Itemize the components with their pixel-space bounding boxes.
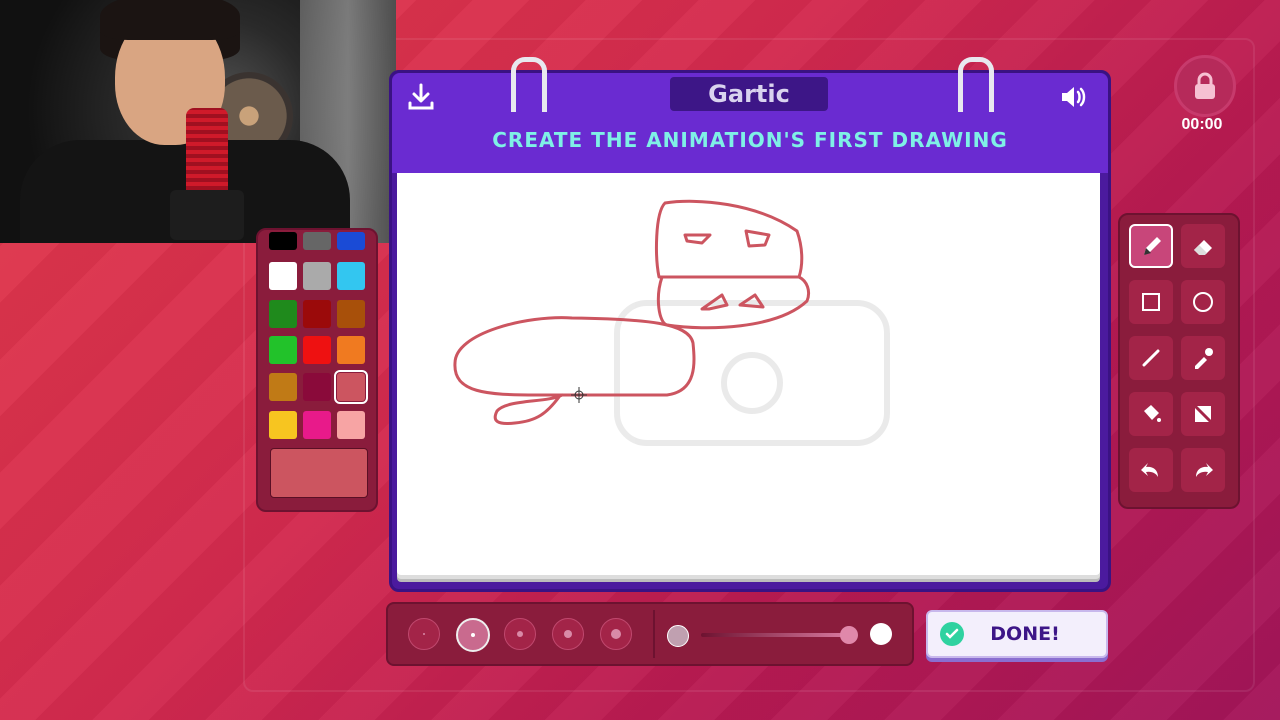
color-swatch[interactable] bbox=[303, 262, 331, 290]
color-swatch[interactable] bbox=[303, 373, 331, 401]
square-icon bbox=[1142, 293, 1160, 311]
done-button[interactable]: DONE! bbox=[926, 610, 1108, 658]
stroke-head-top bbox=[655, 199, 804, 279]
color-swatch[interactable] bbox=[303, 336, 331, 364]
clear-icon bbox=[1193, 404, 1213, 424]
brush-size-option[interactable] bbox=[552, 618, 584, 650]
redo-icon bbox=[1196, 463, 1213, 477]
eyedropper-tool[interactable] bbox=[1181, 336, 1225, 380]
ellipse-tool[interactable] bbox=[1181, 280, 1225, 324]
brush-size-option[interactable] bbox=[600, 618, 632, 650]
color-swatch[interactable] bbox=[269, 373, 297, 401]
board-ring-right bbox=[958, 57, 994, 112]
page-title: CREATE THE ANIMATION'S FIRST DRAWING bbox=[492, 128, 1008, 152]
done-button-label: DONE! bbox=[990, 623, 1060, 645]
brush-controls bbox=[386, 602, 914, 666]
bucket-icon bbox=[1144, 405, 1161, 422]
color-swatch[interactable] bbox=[269, 232, 297, 250]
color-swatch[interactable] bbox=[303, 300, 331, 328]
line-tool[interactable] bbox=[1129, 336, 1173, 380]
lock-icon[interactable] bbox=[1174, 55, 1236, 117]
undo-button[interactable] bbox=[1129, 448, 1173, 492]
brush-size-option[interactable] bbox=[504, 618, 536, 650]
current-color-preview bbox=[270, 448, 368, 498]
color-swatch[interactable] bbox=[337, 232, 365, 250]
color-swatch[interactable] bbox=[269, 262, 297, 290]
undo-icon bbox=[1141, 463, 1158, 477]
opacity-slider-handle[interactable] bbox=[840, 626, 858, 644]
color-swatch[interactable] bbox=[269, 336, 297, 364]
eyedropper-icon bbox=[1195, 348, 1213, 369]
webcam-mic-stand bbox=[170, 190, 244, 240]
stroke-tail bbox=[493, 393, 564, 425]
drawing-canvas[interactable] bbox=[397, 173, 1100, 575]
tool-panel bbox=[1118, 213, 1240, 509]
webcam-microphone bbox=[186, 108, 228, 198]
color-swatch[interactable] bbox=[337, 300, 365, 328]
webcam-overlay bbox=[0, 0, 396, 243]
board-header: Gartic CREATE THE ANIMATION'S FIRST DRAW… bbox=[392, 57, 1108, 173]
eraser-icon bbox=[1194, 240, 1212, 255]
controls-divider bbox=[653, 610, 655, 658]
color-swatch[interactable] bbox=[334, 370, 368, 404]
fill-tool[interactable] bbox=[1129, 392, 1173, 436]
user-strokes bbox=[453, 199, 811, 425]
drawing-board: Gartic CREATE THE ANIMATION'S FIRST DRAW… bbox=[389, 57, 1111, 592]
clear-tool[interactable] bbox=[1181, 392, 1225, 436]
stroke-eye-left bbox=[683, 233, 712, 245]
stroke-body bbox=[453, 316, 696, 397]
eraser-tool[interactable] bbox=[1181, 224, 1225, 268]
check-icon bbox=[940, 622, 964, 646]
circle-icon bbox=[1193, 292, 1213, 312]
cursor-icon bbox=[571, 387, 587, 403]
rectangle-tool[interactable] bbox=[1129, 280, 1173, 324]
line-icon bbox=[1142, 349, 1160, 367]
gartic-logo: Gartic bbox=[670, 77, 828, 111]
redo-button[interactable] bbox=[1181, 448, 1225, 492]
color-swatch[interactable] bbox=[337, 411, 365, 439]
color-swatch[interactable] bbox=[269, 411, 297, 439]
color-swatch[interactable] bbox=[303, 232, 331, 250]
board-ring-left bbox=[511, 57, 547, 112]
drawing-layer bbox=[453, 199, 890, 446]
color-swatch[interactable] bbox=[269, 300, 297, 328]
color-palette bbox=[256, 228, 378, 512]
color-swatch[interactable] bbox=[303, 411, 331, 439]
brush-size-option[interactable] bbox=[408, 618, 440, 650]
webcam-person-hair-top bbox=[100, 0, 240, 40]
stroke-eye-right bbox=[744, 229, 771, 248]
timer: 00:00 bbox=[1181, 116, 1223, 133]
brush-size-option[interactable] bbox=[456, 618, 490, 652]
pencil-tool[interactable] bbox=[1129, 224, 1173, 268]
color-swatch[interactable] bbox=[337, 262, 365, 290]
pencil-icon bbox=[1144, 237, 1161, 255]
speaker-icon[interactable] bbox=[1057, 81, 1089, 113]
download-icon[interactable] bbox=[405, 81, 437, 113]
opacity-max-icon bbox=[870, 623, 892, 645]
opacity-min-icon bbox=[667, 625, 689, 647]
opacity-slider-track[interactable] bbox=[701, 633, 849, 637]
color-swatch[interactable] bbox=[337, 336, 365, 364]
